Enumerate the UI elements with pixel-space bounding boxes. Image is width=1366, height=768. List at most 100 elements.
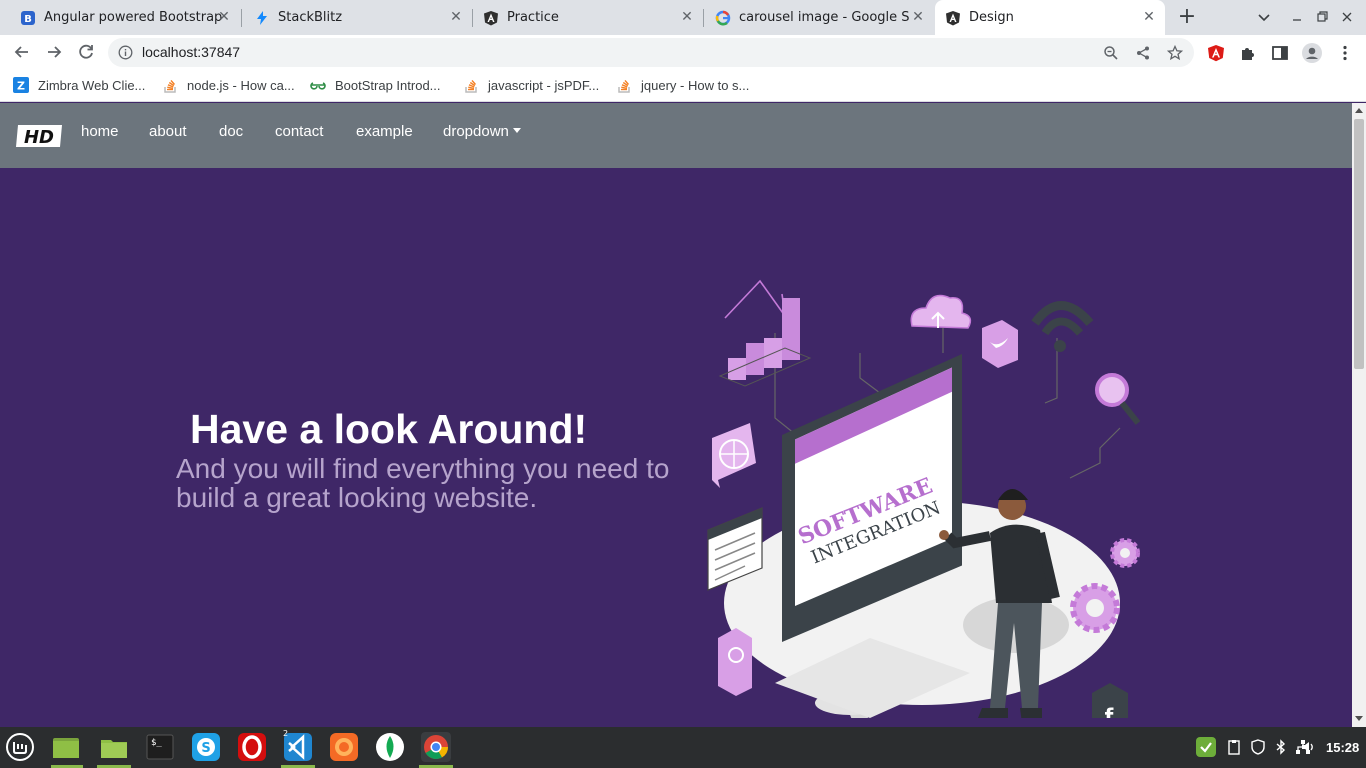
facebook-cube-icon: f <box>1092 683 1128 718</box>
caret-down-icon <box>512 128 521 133</box>
nav-link-contact[interactable]: contact <box>275 123 323 140</box>
skype-icon[interactable]: S <box>191 732 221 762</box>
clock[interactable]: 15:28 <box>1326 740 1359 755</box>
bookmark-nodejs[interactable]: node.js - How ca... <box>162 76 295 94</box>
hero-subheading: And you will find everything you need to… <box>176 453 670 513</box>
dropdown-label: dropdown <box>443 123 509 140</box>
stackoverflow-icon <box>465 79 477 93</box>
software-integration-illustration: SOFTWARE INTEGRATION f <box>707 279 1141 718</box>
tab-strip: B Angular powered Bootstrap ✕ StackBlitz… <box>0 0 1366 35</box>
bookmarks-bar: Z Zimbra Web Clie... node.js - How ca...… <box>0 69 1366 102</box>
address-bar[interactable]: localhost:37847 <box>108 38 1194 67</box>
wifi-icon <box>1031 301 1094 352</box>
scroll-up-arrow-icon[interactable] <box>1355 108 1363 113</box>
os-taskbar: $_ S 15:28 <box>0 727 1366 768</box>
bookmark-label: jquery - How to s... <box>641 77 750 93</box>
hero-heading: Have a look Around! <box>190 406 587 453</box>
stackoverflow-icon <box>618 79 630 93</box>
restore-icon[interactable] <box>1313 8 1331 26</box>
browser-toolbar: localhost:37847 <box>0 35 1366 69</box>
update-shield-icon[interactable] <box>1196 737 1216 757</box>
firefox-icon[interactable] <box>329 732 359 762</box>
tab-title: Design <box>969 10 1014 25</box>
svg-text:Z: Z <box>17 80 25 93</box>
geeksforgeeks-icon <box>310 82 326 90</box>
globe-chat-icon <box>712 423 756 488</box>
tab-stackblitz[interactable]: StackBlitz ✕ <box>242 0 472 35</box>
close-icon[interactable]: ✕ <box>448 9 464 25</box>
more-menu-icon[interactable] <box>1336 44 1354 62</box>
bookmark-label: javascript - jsPDF... <box>488 77 600 93</box>
zoom-icon[interactable] <box>1103 45 1119 61</box>
close-icon[interactable]: ✕ <box>679 9 695 25</box>
close-icon[interactable]: ✕ <box>910 9 926 25</box>
bookmark-label: Zimbra Web Clie... <box>38 77 146 93</box>
angular-devtools-icon[interactable] <box>1207 44 1225 62</box>
tab-angular-bootstrap[interactable]: B Angular powered Bootstrap ✕ <box>0 0 240 35</box>
share-icon[interactable] <box>1135 45 1151 61</box>
nav-link-example[interactable]: example <box>356 123 413 140</box>
new-tab-button[interactable]: + <box>1176 6 1198 29</box>
tab-title: carousel image - Google Sea <box>739 10 909 25</box>
scroll-down-arrow-icon[interactable] <box>1355 716 1363 721</box>
bookmark-label: node.js - How ca... <box>187 77 295 93</box>
nav-dropdown-toggle[interactable]: dropdown <box>443 123 521 140</box>
bookmark-jspdf[interactable]: javascript - jsPDF... <box>463 76 599 94</box>
security-shield-icon[interactable] <box>1250 739 1266 755</box>
bar-chart-icon <box>718 279 812 387</box>
nav-link-about[interactable]: about <box>149 123 187 140</box>
chrome-icon[interactable] <box>421 732 451 762</box>
svg-text:B: B <box>24 14 32 25</box>
bootstrap-icon: B <box>21 10 35 25</box>
side-panel-icon[interactable] <box>1271 44 1289 62</box>
url-text[interactable]: localhost:37847 <box>142 44 240 60</box>
nav-link-doc[interactable]: doc <box>219 123 243 140</box>
stackoverflow-icon <box>164 79 176 93</box>
bookmark-label: BootStrap Introd... <box>335 77 441 93</box>
bookmark-bootstrap-intro[interactable]: BootStrap Introd... <box>310 76 441 94</box>
tab-design-active[interactable]: Design ✕ <box>935 0 1165 35</box>
tab-title: Practice <box>507 10 559 25</box>
window-close-icon[interactable] <box>1338 8 1356 26</box>
bluetooth-icon[interactable] <box>1273 739 1289 755</box>
mongodb-icon[interactable] <box>375 732 405 762</box>
page-scrollbar[interactable] <box>1352 103 1366 727</box>
cloud-icon <box>910 294 972 329</box>
lightning-icon <box>257 10 267 25</box>
minimize-icon[interactable] <box>1288 8 1306 26</box>
tab-title: Angular powered Bootstrap <box>44 10 223 25</box>
forward-arrow-icon[interactable] <box>43 41 65 63</box>
svg-text:$_: $_ <box>151 738 162 748</box>
scroll-thumb[interactable] <box>1354 119 1364 369</box>
tab-google-search[interactable]: carousel image - Google Sea ✕ <box>704 0 934 35</box>
folder-icon[interactable] <box>99 732 129 762</box>
volume-icon[interactable] <box>1300 739 1316 755</box>
whatsapp-cube-icon <box>718 628 752 696</box>
brand-text: HD <box>24 127 54 148</box>
nav-link-home[interactable]: home <box>81 123 119 140</box>
tab-search-chevron-down-icon[interactable] <box>1255 8 1273 26</box>
close-icon[interactable]: ✕ <box>1141 9 1157 25</box>
hero-heading-bold: Around! <box>427 406 588 452</box>
reload-icon[interactable] <box>75 41 97 63</box>
info-icon[interactable] <box>118 45 133 60</box>
profile-avatar-icon[interactable] <box>1302 43 1322 63</box>
twitter-cube-icon <box>982 320 1018 368</box>
bookmark-zimbra[interactable]: Z Zimbra Web Clie... <box>13 76 145 94</box>
back-arrow-icon[interactable] <box>11 41 33 63</box>
web-page: HD home about doc contact example dropdo… <box>0 103 1352 727</box>
tab-practice[interactable]: Practice ✕ <box>473 0 703 35</box>
bookmark-star-icon[interactable] <box>1167 45 1183 61</box>
clipboard-icon[interactable] <box>1226 739 1242 755</box>
brand-logo[interactable]: HD <box>14 123 64 149</box>
bookmark-jquery[interactable]: jquery - How to s... <box>616 76 749 94</box>
files-icon[interactable] <box>51 732 81 762</box>
terminal-icon[interactable]: $_ <box>145 732 175 762</box>
hero-heading-plain: Have a look <box>190 406 428 452</box>
mint-menu-icon[interactable] <box>5 732 35 762</box>
svg-text:S: S <box>201 741 210 756</box>
extensions-puzzle-icon[interactable] <box>1239 44 1257 62</box>
close-icon[interactable]: ✕ <box>216 9 232 25</box>
angular-icon <box>484 10 498 25</box>
opera-icon[interactable] <box>237 732 267 762</box>
